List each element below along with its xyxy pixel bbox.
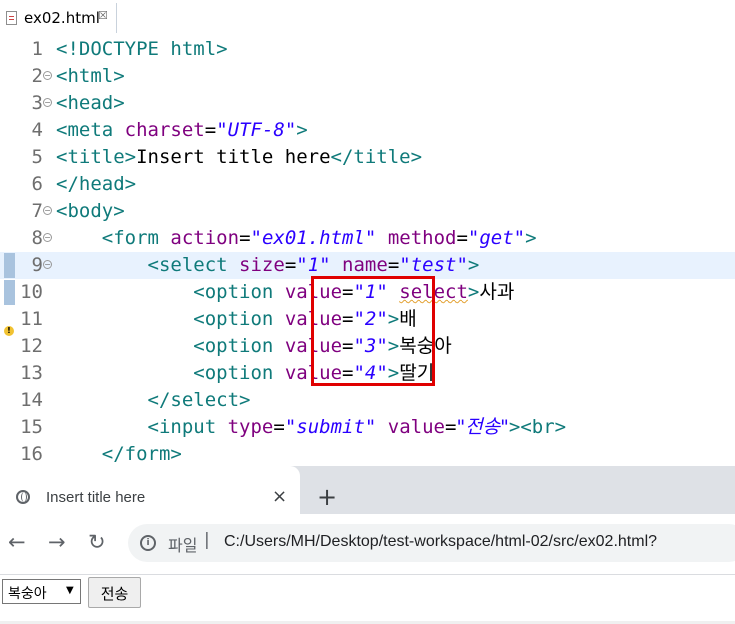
line-number: 12 bbox=[20, 335, 43, 357]
code-line: 5 <title>Insert title here</title> bbox=[0, 144, 735, 171]
editor-tab-ex02[interactable]: ex02.html ☒ bbox=[0, 3, 117, 33]
globe-icon bbox=[16, 490, 30, 504]
submit-button-label: 전송 bbox=[100, 585, 129, 603]
fruit-select[interactable]: 복숭아 ▼ bbox=[2, 579, 81, 604]
code-line: 8 − <form action="ex01.html" method="get… bbox=[0, 225, 735, 252]
line-number: 9 bbox=[31, 254, 43, 276]
line-number: 16 bbox=[20, 443, 43, 465]
separator: | bbox=[204, 530, 210, 550]
code-line: 14 </select> bbox=[0, 387, 735, 414]
fold-toggle-icon[interactable]: − bbox=[43, 206, 52, 215]
reload-icon[interactable]: ↻ bbox=[88, 530, 106, 554]
browser-tab[interactable]: Insert title here × bbox=[0, 466, 300, 514]
line-text: <form action="ex01.html" method="get"> bbox=[101, 227, 537, 249]
code-area[interactable]: 1 <!DOCTYPE html> 2 − <html> 3 − <head> … bbox=[0, 36, 735, 466]
browser-tab-strip: Insert title here × + bbox=[0, 466, 735, 514]
fold-toggle-icon[interactable]: − bbox=[43, 260, 52, 269]
line-number: 5 bbox=[31, 146, 43, 168]
line-text: <head> bbox=[56, 92, 125, 114]
code-line: 2 − <html> bbox=[0, 63, 735, 90]
line-number: 8 bbox=[31, 227, 43, 249]
editor-tab-bar: ex02.html ☒ bbox=[0, 0, 735, 34]
line-text: <option value="1" select>사과 bbox=[193, 281, 515, 303]
submit-button[interactable]: 전송 bbox=[88, 577, 141, 608]
code-line: 16 </form> bbox=[0, 441, 735, 468]
line-text: <meta charset="UTF-8"> bbox=[56, 119, 308, 141]
code-line-current: 9 − <select size="1" name="test"> bbox=[0, 252, 735, 279]
forward-arrow-icon[interactable]: → bbox=[48, 530, 66, 554]
close-tab-icon[interactable]: × bbox=[272, 486, 287, 507]
code-line: 4 <meta charset="UTF-8"> bbox=[0, 117, 735, 144]
editor-tab-label: ex02.html bbox=[24, 9, 100, 27]
code-line: 3 − <head> bbox=[0, 90, 735, 117]
back-arrow-icon[interactable]: ← bbox=[8, 530, 26, 554]
line-number: 7 bbox=[31, 200, 43, 222]
html-file-icon bbox=[6, 11, 17, 25]
browser-window: Insert title here × + ← → ↻ i 파일 | C:/Us… bbox=[0, 466, 735, 624]
new-tab-button[interactable]: + bbox=[317, 483, 337, 511]
line-number: 14 bbox=[20, 389, 43, 411]
line-number: 10 bbox=[20, 281, 43, 303]
line-number: 1 bbox=[31, 38, 43, 60]
line-number: 2 bbox=[31, 65, 43, 87]
line-text: <!DOCTYPE html> bbox=[56, 38, 228, 60]
code-line: 1 <!DOCTYPE html> bbox=[0, 36, 735, 63]
line-number: 6 bbox=[31, 173, 43, 195]
line-number: 15 bbox=[20, 416, 43, 438]
dropdown-arrow-icon: ▼ bbox=[66, 585, 74, 596]
fold-toggle-icon[interactable]: − bbox=[43, 233, 52, 242]
highlight-box bbox=[311, 276, 435, 386]
line-text: <select size="1" name="test"> bbox=[147, 254, 480, 276]
fold-toggle-icon[interactable]: − bbox=[43, 98, 52, 107]
code-editor: ex02.html ☒ 1 <!DOCTYPE html> 2 − <html>… bbox=[0, 0, 735, 466]
browser-tab-title: Insert title here bbox=[46, 489, 146, 506]
line-text: <html> bbox=[56, 65, 125, 87]
browser-toolbar: ← → ↻ i 파일 | C:/Users/MH/Desktop/test-wo… bbox=[0, 514, 735, 574]
page-content: 복숭아 ▼ 전송 bbox=[0, 575, 735, 624]
line-text: </select> bbox=[147, 389, 251, 411]
fold-toggle-icon[interactable]: − bbox=[43, 71, 52, 80]
warning-icon[interactable]: ! bbox=[4, 326, 14, 336]
code-line: 7 − <body> bbox=[0, 198, 735, 225]
info-icon[interactable]: i bbox=[140, 535, 156, 551]
line-text: </form> bbox=[101, 443, 182, 465]
line-number: 13 bbox=[20, 362, 43, 384]
line-number: 3 bbox=[31, 92, 43, 114]
scheme-label: 파일 bbox=[168, 536, 198, 555]
select-value: 복숭아 bbox=[8, 586, 47, 602]
close-icon[interactable]: ☒ bbox=[98, 9, 108, 22]
code-line: 6 </head> bbox=[0, 171, 735, 198]
address-bar[interactable]: i 파일 | C:/Users/MH/Desktop/test-workspac… bbox=[128, 524, 735, 562]
line-text: <title>Insert title here</title> bbox=[56, 146, 423, 168]
line-text: <input type="submit" value="전송"><br> bbox=[147, 416, 567, 438]
code-line: 15 <input type="submit" value="전송"><br> bbox=[0, 414, 735, 441]
line-text: </head> bbox=[56, 173, 137, 195]
url-text[interactable]: C:/Users/MH/Desktop/test-workspace/html-… bbox=[224, 533, 657, 551]
line-text: <body> bbox=[56, 200, 125, 222]
line-number: 4 bbox=[31, 119, 43, 141]
